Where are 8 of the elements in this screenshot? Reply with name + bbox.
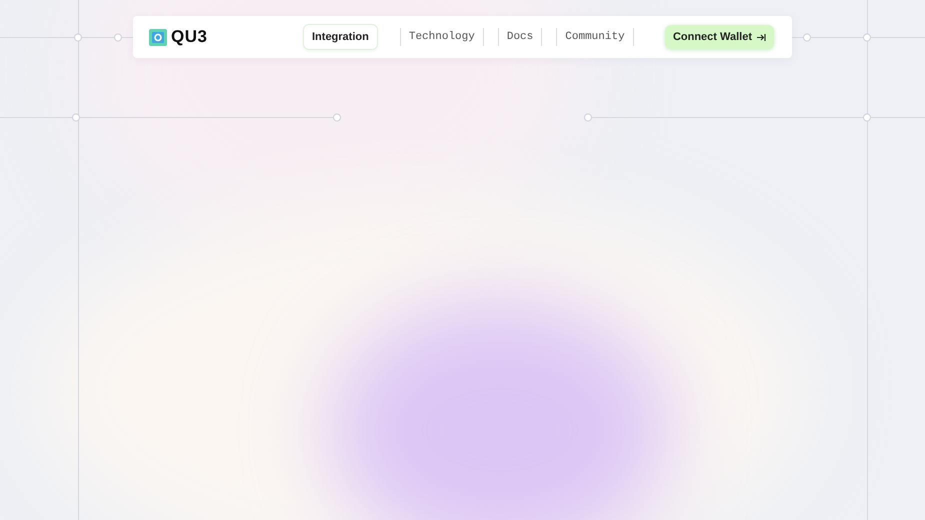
nav-tab[interactable]: Community xyxy=(556,28,634,46)
connect-wallet-button[interactable]: Connect Wallet xyxy=(664,25,774,49)
logo-text: QU3 xyxy=(171,27,208,47)
nav-tab[interactable]: Integration xyxy=(303,24,378,50)
arrow-icon xyxy=(756,32,766,42)
nav-tab[interactable]: Docs xyxy=(498,28,542,46)
logo-icon xyxy=(149,28,167,46)
nav-tab[interactable]: Technology xyxy=(400,28,484,46)
